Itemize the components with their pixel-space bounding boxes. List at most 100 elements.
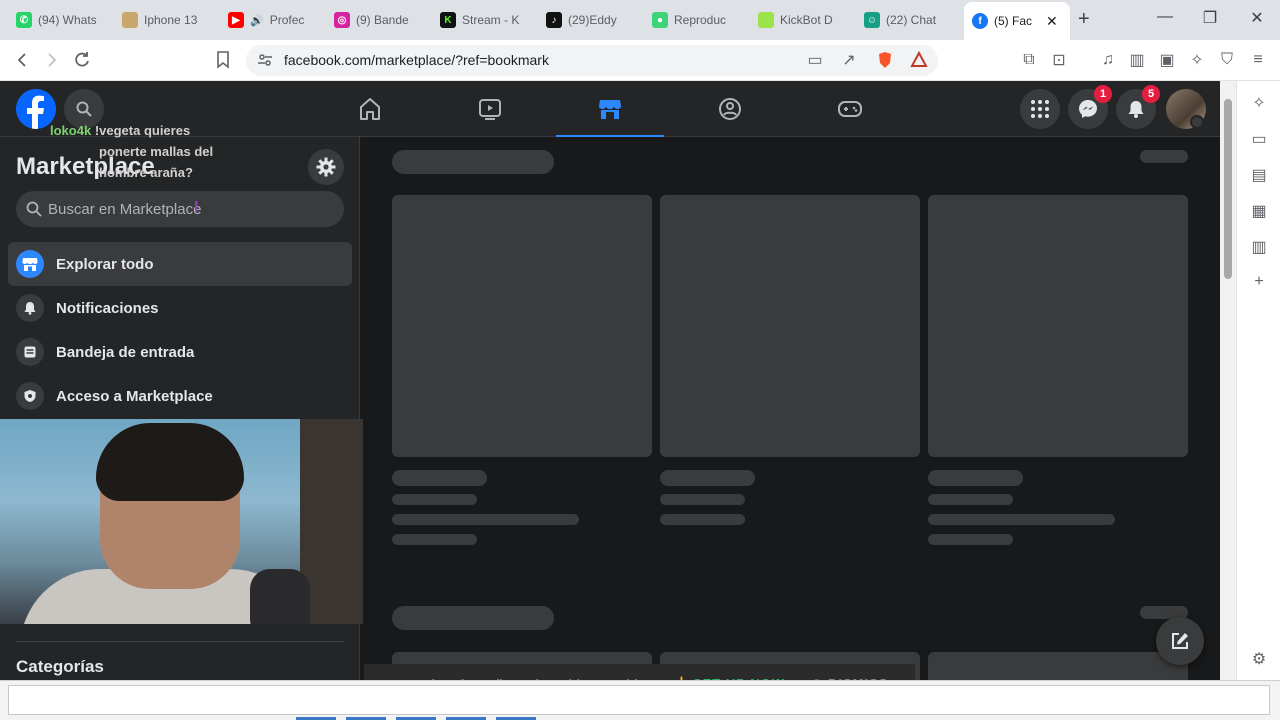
sidebar-item-notifications[interactable]: Notificaciones xyxy=(8,286,352,330)
tab-instagram[interactable]: ◎ (9) Bande xyxy=(326,4,432,36)
marketplace-icon xyxy=(599,100,621,119)
skeleton-title xyxy=(928,514,1115,525)
reload-button[interactable] xyxy=(71,49,93,71)
bookmark-button[interactable] xyxy=(212,49,234,71)
tab-chat[interactable]: ☺ (22) Chat xyxy=(856,4,962,36)
tab-reproductor[interactable]: ● Reproduc xyxy=(644,4,750,36)
reading-list-icon[interactable]: ▭ xyxy=(1249,129,1269,149)
stream-chat-overlay: loko4k !vegeta quieres ponerte mallas de… xyxy=(50,120,213,183)
sidebar-divider xyxy=(16,641,344,642)
sidebar-item-inbox[interactable]: Bandeja de entrada xyxy=(8,330,352,374)
tab-label: Iphone 13 xyxy=(144,13,198,27)
back-arrow-icon xyxy=(17,53,26,67)
skeleton-title xyxy=(392,494,477,505)
music-icon[interactable]: ♫ xyxy=(1097,49,1119,71)
back-button[interactable] xyxy=(11,49,33,71)
marketplace-search-input[interactable] xyxy=(48,191,338,227)
sidebar-item-marketplace-access[interactable]: Acceso a Marketplace xyxy=(8,374,352,418)
inbox-icon xyxy=(16,338,44,366)
leo-ai-icon[interactable]: ✧ xyxy=(1186,49,1208,71)
skeleton-listing-image xyxy=(660,195,920,457)
extensions-icon[interactable]: ⧉ xyxy=(1018,49,1040,71)
tab-iphone[interactable]: Iphone 13 xyxy=(114,4,220,36)
minimize-button[interactable]: — xyxy=(1155,8,1175,26)
skeleton-title xyxy=(928,494,1013,505)
whatsapp-icon: ✆ xyxy=(16,12,32,28)
search-icon xyxy=(76,101,92,117)
leo-sparkle-icon[interactable]: ✧ xyxy=(1249,93,1269,113)
sidebar-item-label: Bandeja de entrada xyxy=(56,343,195,361)
facebook-icon: f xyxy=(972,13,988,29)
sidebar-item-label: Explorar todo xyxy=(56,255,154,273)
tab-facebook[interactable]: f (5) Fac ✕ xyxy=(964,2,1070,40)
new-tab-button[interactable]: + xyxy=(1078,8,1090,31)
instagram-icon: ◎ xyxy=(334,12,350,28)
page-scrollbar[interactable] xyxy=(1220,81,1236,680)
brave-shield-icon[interactable] xyxy=(874,49,896,71)
menu-icon[interactable]: ≡ xyxy=(1247,49,1269,71)
gamepad-icon xyxy=(838,101,862,117)
notifications-badge: 5 xyxy=(1142,85,1160,103)
vpn-icon[interactable]: ⛉ xyxy=(1216,49,1238,71)
compose-button[interactable] xyxy=(1156,617,1204,665)
share-icon[interactable]: ↗ xyxy=(838,49,860,71)
browser-side-panel: ✧ ▭ ▤ ▦ ▥ + ⚙ xyxy=(1236,81,1280,681)
edit-icon xyxy=(1172,633,1188,649)
tab-label: (9) Bande xyxy=(356,13,409,27)
close-window-button[interactable]: ✕ xyxy=(1247,8,1267,28)
site-settings-icon[interactable] xyxy=(254,49,276,71)
nav-home[interactable] xyxy=(316,81,424,137)
nav-video[interactable] xyxy=(436,81,544,137)
wallet-icon[interactable]: ▤ xyxy=(1249,165,1269,185)
sidebar-item-explore-all[interactable]: Explorar todo xyxy=(8,242,352,286)
panel-settings-icon[interactable]: ⚙ xyxy=(1249,649,1269,669)
address-bar[interactable]: facebook.com/marketplace/?ref=bookmark ▭… xyxy=(246,45,938,76)
wallet-icon[interactable]: ▣ xyxy=(1156,49,1178,71)
close-tab-icon[interactable]: ✕ xyxy=(1046,13,1058,30)
settings-button[interactable] xyxy=(308,149,344,185)
webcam-microphone xyxy=(250,569,310,624)
tab-whatsapp[interactable]: ✆ (94) Whats xyxy=(8,4,114,36)
bookmarks-icon[interactable]: ▦ xyxy=(1249,201,1269,221)
account-chevron-icon[interactable] xyxy=(1190,115,1204,129)
nav-gaming[interactable] xyxy=(796,81,904,137)
speaker-icon: 🔊 xyxy=(250,14,264,27)
cast-icon[interactable]: ▭ xyxy=(804,49,826,71)
tab-label: (94) Whats xyxy=(38,13,97,27)
tune-icon xyxy=(258,54,272,66)
tab-tiktok[interactable]: ♪ (29)Eddy xyxy=(538,4,644,36)
skeleton-listing-image xyxy=(392,195,652,457)
page-icon xyxy=(122,12,138,28)
nav-groups[interactable] xyxy=(676,81,784,137)
restore-button[interactable]: ❐ xyxy=(1200,8,1220,28)
tab-kick-stream[interactable]: K Stream - K xyxy=(432,4,538,36)
skeleton-heading xyxy=(392,606,554,630)
menu-grid-button[interactable] xyxy=(1020,89,1060,129)
nav-marketplace[interactable] xyxy=(556,81,664,138)
webcam-overlay xyxy=(0,419,363,624)
messenger-button[interactable]: 1 xyxy=(1068,85,1112,129)
kickbot-icon xyxy=(758,12,774,28)
add-panel-icon[interactable]: + xyxy=(1249,273,1269,293)
reader-icon[interactable]: ⊡ xyxy=(1048,49,1070,71)
marketplace-search[interactable]: I xyxy=(16,191,344,227)
messenger-badge: 1 xyxy=(1094,85,1112,103)
tab-kickbot[interactable]: KickBot D xyxy=(750,4,856,36)
sidebar-toggle-icon[interactable]: ▥ xyxy=(1126,49,1148,71)
tab-youtube[interactable]: ▶ 🔊 Profec xyxy=(220,4,326,36)
tab-label: (5) Fac xyxy=(994,14,1033,28)
scrollbar-thumb[interactable] xyxy=(1224,99,1232,279)
tiktok-icon: ♪ xyxy=(546,12,562,28)
skeleton-listing-image xyxy=(928,195,1188,457)
shield-icon xyxy=(16,382,44,410)
book-icon[interactable]: ▥ xyxy=(1249,237,1269,257)
skeleton-price xyxy=(660,470,755,486)
notifications-button[interactable]: 5 xyxy=(1116,85,1160,129)
brave-rewards-icon[interactable] xyxy=(908,49,930,71)
chat-message: ponerte mallas del xyxy=(99,144,214,159)
youtube-icon: ▶ xyxy=(228,12,244,28)
storefront-icon xyxy=(16,250,44,278)
video-icon xyxy=(479,99,501,120)
bookmark-icon xyxy=(217,51,229,69)
forward-button[interactable] xyxy=(41,49,63,71)
